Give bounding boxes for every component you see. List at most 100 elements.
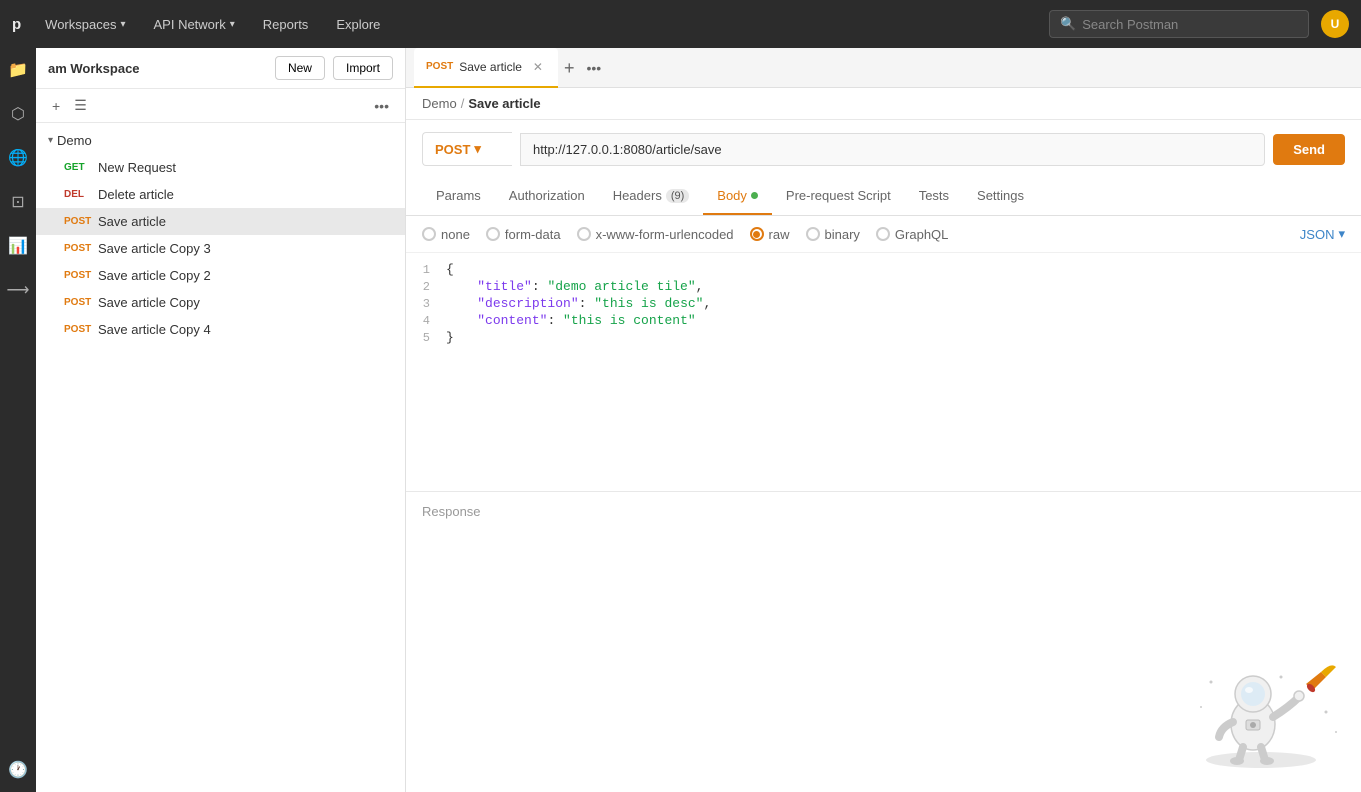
collections-icon[interactable]: 📁 bbox=[4, 56, 32, 84]
radio-label: none bbox=[441, 227, 470, 242]
line-content[interactable]: { bbox=[446, 262, 1361, 277]
chevron-down-icon: ▾ bbox=[230, 19, 235, 30]
tab-save-article[interactable]: POST Save article ✕ bbox=[414, 48, 558, 88]
radio-label: raw bbox=[769, 227, 790, 242]
nav-reports[interactable]: Reports bbox=[251, 11, 321, 38]
body-option-graphql[interactable]: GraphQL bbox=[876, 227, 948, 242]
body-option-x-www-form-urlencoded[interactable]: x-www-form-urlencoded bbox=[577, 227, 734, 242]
sidebar-toolbar: + ☰ ••• bbox=[36, 89, 405, 123]
radio-label: form-data bbox=[505, 227, 561, 242]
method-badge: POST bbox=[64, 216, 92, 227]
request-name: New Request bbox=[98, 160, 176, 175]
sidebar-request-item[interactable]: GET New Request bbox=[36, 154, 405, 181]
mock-servers-icon[interactable]: ⊡ bbox=[4, 188, 32, 216]
radio-circle bbox=[422, 227, 436, 241]
add-icon[interactable]: + bbox=[48, 96, 64, 116]
history-icon[interactable]: 🕐 bbox=[4, 756, 32, 784]
line-content[interactable]: "title": "demo article tile", bbox=[446, 279, 1361, 294]
method-select[interactable]: POST ▾ bbox=[422, 132, 512, 166]
tab-name-label: Save article bbox=[459, 60, 522, 74]
collection-header-demo[interactable]: ▾ Demo bbox=[36, 127, 405, 154]
send-button[interactable]: Send bbox=[1273, 134, 1345, 165]
tab-bar: POST Save article ✕ + ••• bbox=[406, 48, 1361, 88]
sub-tab-pre-request-script[interactable]: Pre-request Script bbox=[772, 178, 905, 215]
response-section: Response bbox=[406, 491, 1361, 531]
line-number: 3 bbox=[406, 296, 446, 311]
json-format-label: JSON bbox=[1300, 227, 1335, 242]
dot-indicator bbox=[751, 192, 758, 199]
sub-tab-authorization[interactable]: Authorization bbox=[495, 178, 599, 215]
nav-explore[interactable]: Explore bbox=[324, 11, 392, 38]
code-line: 5} bbox=[406, 329, 1361, 346]
request-name: Save article Copy 2 bbox=[98, 268, 211, 283]
request-name: Save article Copy 3 bbox=[98, 241, 211, 256]
body-option-binary[interactable]: binary bbox=[806, 227, 860, 242]
line-content[interactable]: "description": "this is desc", bbox=[446, 296, 1361, 311]
tab-close-icon[interactable]: ✕ bbox=[530, 59, 546, 75]
sub-tabs: ParamsAuthorizationHeaders (9)Body Pre-r… bbox=[406, 178, 1361, 216]
filter-icon[interactable]: ☰ bbox=[70, 95, 91, 116]
nav-logo: p bbox=[12, 16, 21, 33]
method-badge: POST bbox=[64, 297, 92, 308]
sidebar-requests: GET New Request DEL Delete article POST … bbox=[36, 154, 405, 343]
search-bar[interactable]: 🔍 Search Postman bbox=[1049, 10, 1309, 38]
tab-more-icon[interactable]: ••• bbox=[580, 60, 607, 76]
nav-api-network[interactable]: API Network ▾ bbox=[142, 11, 247, 38]
method-badge: POST bbox=[64, 324, 92, 335]
search-icon: 🔍 bbox=[1060, 16, 1076, 32]
radio-label: GraphQL bbox=[895, 227, 948, 242]
sub-tab-params[interactable]: Params bbox=[422, 178, 495, 215]
radio-label: binary bbox=[825, 227, 860, 242]
code-line: 2 "title": "demo article tile", bbox=[406, 278, 1361, 295]
new-button[interactable]: New bbox=[275, 56, 325, 80]
radio-circle bbox=[577, 227, 591, 241]
line-content[interactable]: } bbox=[446, 330, 1361, 345]
monitors-icon[interactable]: 📊 bbox=[4, 232, 32, 260]
method-label: POST bbox=[435, 142, 470, 157]
avatar[interactable]: U bbox=[1321, 10, 1349, 38]
request-name: Save article Copy bbox=[98, 295, 200, 310]
nav-workspaces[interactable]: Workspaces ▾ bbox=[33, 11, 137, 38]
sub-tab-body[interactable]: Body bbox=[703, 178, 772, 215]
line-content[interactable]: "content": "this is content" bbox=[446, 313, 1361, 328]
body-option-none[interactable]: none bbox=[422, 227, 470, 242]
sidebar-request-item[interactable]: POST Save article Copy 2 bbox=[36, 262, 405, 289]
apis-icon[interactable]: ⬡ bbox=[4, 100, 32, 128]
line-number: 4 bbox=[406, 313, 446, 328]
sidebar-request-item[interactable]: POST Save article Copy bbox=[36, 289, 405, 316]
sidebar-request-item[interactable]: POST Save article bbox=[36, 208, 405, 235]
chevron-down-icon: ▾ bbox=[1338, 226, 1345, 242]
body-option-raw[interactable]: raw bbox=[750, 227, 790, 242]
radio-circle bbox=[750, 227, 764, 241]
request-name: Save article Copy 4 bbox=[98, 322, 211, 337]
breadcrumb-current: Save article bbox=[468, 96, 540, 111]
astronaut-illustration bbox=[1181, 642, 1341, 772]
code-editor[interactable]: 1{2 "title": "demo article tile",3 "desc… bbox=[406, 253, 1361, 491]
request-bar: POST ▾ Send bbox=[422, 132, 1345, 166]
sub-tab-headers[interactable]: Headers (9) bbox=[599, 178, 704, 215]
tab-method-label: POST bbox=[426, 61, 453, 72]
radio-label: x-www-form-urlencoded bbox=[596, 227, 734, 242]
method-badge: POST bbox=[64, 243, 92, 254]
main-layout: 📁 ⬡ 🌐 ⊡ 📊 ⟶ 🕐 am Workspace New Import + … bbox=[0, 48, 1361, 792]
sidebar-request-item[interactable]: POST Save article Copy 4 bbox=[36, 316, 405, 343]
sidebar-request-item[interactable]: POST Save article Copy 3 bbox=[36, 235, 405, 262]
sub-tab-tests[interactable]: Tests bbox=[905, 178, 963, 215]
json-format-dropdown[interactable]: JSON▾ bbox=[1300, 226, 1345, 242]
radio-circle bbox=[876, 227, 890, 241]
environments-icon[interactable]: 🌐 bbox=[4, 144, 32, 172]
collection-name: Demo bbox=[57, 133, 92, 148]
breadcrumb-separator: / bbox=[461, 96, 465, 111]
import-button[interactable]: Import bbox=[333, 56, 393, 80]
flows-icon[interactable]: ⟶ bbox=[4, 276, 32, 304]
new-tab-button[interactable]: + bbox=[558, 59, 581, 77]
breadcrumb-parent[interactable]: Demo bbox=[422, 96, 457, 111]
code-line: 1{ bbox=[406, 261, 1361, 278]
body-option-form-data[interactable]: form-data bbox=[486, 227, 561, 242]
sub-tab-settings[interactable]: Settings bbox=[963, 178, 1038, 215]
sidebar-request-item[interactable]: DEL Delete article bbox=[36, 181, 405, 208]
more-options-icon[interactable]: ••• bbox=[370, 96, 393, 116]
method-badge: DEL bbox=[64, 189, 92, 200]
url-input[interactable] bbox=[520, 133, 1265, 166]
body-options: none form-data x-www-form-urlencoded raw bin… bbox=[406, 216, 1361, 253]
